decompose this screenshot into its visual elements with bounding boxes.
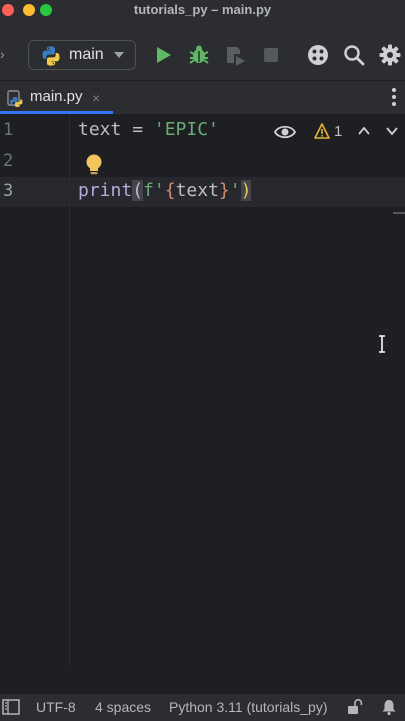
paren-close: ) — [240, 180, 252, 201]
eye-icon[interactable] — [274, 121, 296, 143]
identifier: text — [78, 119, 122, 140]
toggle-tool-window-bars-icon[interactable] — [2, 698, 20, 716]
paren-open: ( — [132, 180, 144, 201]
line-number: 2 — [3, 151, 14, 171]
run-icon[interactable] — [151, 43, 175, 67]
lightbulb-icon[interactable] — [84, 153, 104, 177]
operator: = — [121, 119, 154, 140]
active-tab-indicator — [0, 111, 113, 114]
string-literal: 'EPIC' — [153, 119, 219, 140]
line-number-current: 3 — [3, 181, 14, 201]
code-line-3[interactable]: print(f'{text}') — [78, 180, 252, 201]
plugins-icon[interactable] — [306, 43, 330, 67]
window-title: tutorials_py – main.py — [133, 2, 272, 17]
editor-tab-bar: main.py × — [0, 81, 405, 115]
chevron-down-icon[interactable] — [384, 123, 400, 139]
python-file-icon — [7, 90, 23, 107]
run-with-coverage-icon[interactable] — [223, 43, 247, 67]
chevron-up-icon[interactable] — [356, 123, 372, 139]
main-toolbar: › main — [0, 30, 405, 81]
warning-icon[interactable] — [314, 123, 330, 139]
title-bar: tutorials_py – main.py — [0, 0, 405, 30]
fstring-quote: ' — [229, 180, 241, 201]
python-interpreter[interactable]: Python 3.11 (tutorials_py) — [169, 699, 328, 715]
builtin-function: print — [78, 180, 133, 201]
line-number: 1 — [3, 120, 14, 140]
code-editor[interactable]: 1 2 3 text = 'EPIC' print(f'{text}') 1 — [0, 115, 405, 693]
debug-icon[interactable] — [187, 43, 211, 67]
search-icon[interactable] — [342, 43, 366, 67]
fstring-brace-open: { — [164, 180, 176, 201]
warning-count: 1 — [334, 123, 343, 140]
run-configuration-selector[interactable]: main — [28, 40, 136, 70]
unlock-icon[interactable] — [346, 698, 364, 716]
run-configuration-label: main — [69, 46, 104, 63]
tab-main-py[interactable]: main.py × — [0, 81, 113, 114]
gutter-separator — [69, 115, 70, 667]
code-line-1[interactable]: text = 'EPIC' — [78, 119, 219, 140]
i-beam-cursor-icon — [379, 335, 385, 353]
gear-icon[interactable] — [378, 43, 402, 67]
fstring-prefix: f' — [143, 180, 165, 201]
file-encoding[interactable]: UTF-8 — [36, 699, 76, 715]
tab-close-icon[interactable]: × — [92, 90, 100, 106]
chevron-down-icon — [114, 52, 124, 58]
notifications-bell-icon[interactable] — [380, 698, 398, 716]
scrollbar-marker[interactable] — [393, 212, 405, 214]
chevron-right-icon[interactable]: › — [0, 47, 7, 61]
stop-icon[interactable] — [259, 43, 283, 67]
status-bar: UTF-8 4 spaces Python 3.11 (tutorials_py… — [0, 693, 405, 721]
more-options-icon[interactable] — [390, 85, 398, 109]
fstring-expression: text — [175, 180, 219, 201]
indent-setting[interactable]: 4 spaces — [95, 699, 151, 715]
fstring-brace-close: } — [218, 180, 230, 201]
tab-label: main.py — [30, 88, 83, 105]
python-logo-icon — [42, 46, 60, 66]
